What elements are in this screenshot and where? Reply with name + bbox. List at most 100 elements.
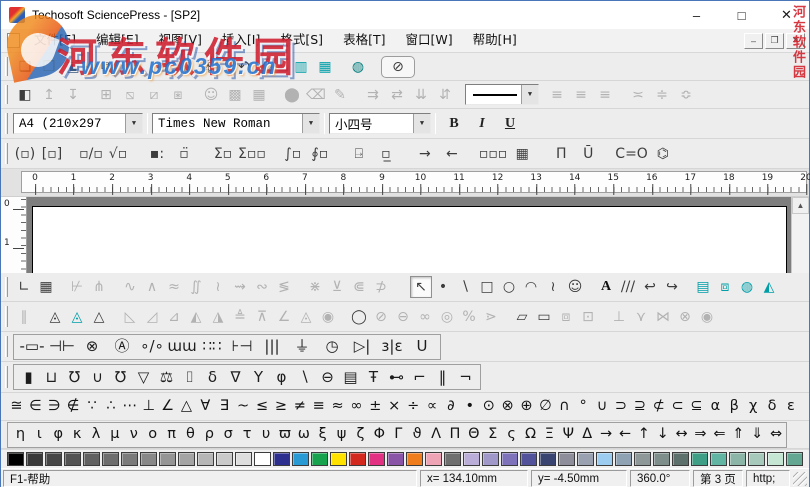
color-swatch[interactable] — [102, 452, 119, 466]
sum-template[interactable]: Σ▫ — [211, 143, 235, 165]
triangle-circled-icon[interactable]: ◉ — [317, 306, 339, 328]
color-swatch[interactable] — [558, 452, 575, 466]
script-template[interactable]: ▪: — [145, 143, 169, 165]
triangle-left-icon[interactable]: ◺ — [119, 306, 141, 328]
row-vector-template[interactable]: ▫▫▫ — [479, 143, 507, 165]
corner-arrow-left-tool[interactable]: ↩ — [639, 276, 661, 298]
menu-format[interactable]: 格式[S] — [270, 29, 333, 52]
color-swatch[interactable] — [368, 452, 385, 466]
symbol-button[interactable]: ζ — [351, 423, 370, 447]
fraction-template[interactable]: ▫/▫ — [79, 143, 103, 165]
toolbar-grip[interactable] — [5, 276, 8, 298]
rectangle-shape-icon[interactable]: ▭ — [533, 306, 555, 328]
menu-file[interactable]: 文件[F] — [24, 29, 86, 52]
symbol-button[interactable]: λ — [87, 423, 106, 447]
color-swatch[interactable] — [140, 452, 157, 466]
symbol-button[interactable]: τ — [238, 423, 257, 447]
integral-template[interactable]: ∫▫ — [281, 143, 305, 165]
benzene-ring-icon[interactable]: ⌬ — [651, 143, 675, 165]
balance-icon[interactable]: ⚖ — [155, 366, 178, 388]
shading-icon[interactable]: ▩ — [223, 84, 247, 106]
mdi-restore-button[interactable]: ❐ — [765, 32, 784, 49]
color-swatch[interactable] — [615, 452, 632, 466]
undo-icon[interactable]: ↶ — [232, 56, 256, 78]
horizontal-ruler[interactable]: 0 1 2 3 4 5 6 7 8 9 10 11 12 13 14 15 16 17 18 19 20 — [21, 171, 810, 195]
toolbar-grip[interactable] — [5, 56, 8, 77]
ellipse-tool[interactable]: ○ — [498, 276, 520, 298]
symbol-button[interactable]: ω — [294, 423, 313, 447]
color-swatch[interactable] — [729, 452, 746, 466]
plot-curve-tool-5[interactable]: ≀ — [207, 276, 229, 298]
font-name-select[interactable]: Times New Roman ▼ — [152, 113, 320, 134]
graduated-cylinder-icon[interactable]: ▤ — [339, 366, 362, 388]
color-swatch[interactable] — [159, 452, 176, 466]
page-size-select[interactable]: A4 (210x297 ▼ — [13, 113, 143, 134]
capacitor-icon[interactable]: ⊣⊢ — [47, 336, 77, 358]
union-template[interactable]: Ū — [576, 143, 600, 165]
chart-axes-icon[interactable]: ∟ — [13, 276, 35, 298]
print-icon[interactable]: ⎙ — [118, 56, 142, 78]
symbol-button[interactable]: Θ — [464, 423, 483, 447]
linked-circles-icon[interactable]: ∞ — [414, 306, 436, 328]
symbol-button[interactable]: ∀ — [196, 395, 215, 419]
document-page[interactable] — [32, 206, 787, 273]
arc-tool[interactable]: ◠ — [520, 276, 542, 298]
plot-region-tool[interactable]: ⋐ — [348, 276, 370, 298]
font-size-select[interactable]: 小四号 ▼ — [329, 113, 431, 134]
toolbar-grip[interactable] — [5, 143, 8, 164]
symbol-button[interactable]: ⇒ — [691, 423, 710, 447]
split-cells-down-icon[interactable]: ⇵ — [433, 84, 457, 106]
scroll-up-button[interactable]: ▲ — [792, 197, 809, 214]
symbol-button[interactable]: ∴ — [101, 395, 120, 419]
color-swatch[interactable] — [292, 452, 309, 466]
toolbar-grip[interactable] — [5, 84, 8, 105]
plot-curve-tool-7[interactable]: ∾ — [251, 276, 273, 298]
small-circles-icon[interactable]: % — [458, 306, 480, 328]
symbol-button[interactable]: ∞ — [347, 395, 366, 419]
inset-square-icon[interactable]: ⧈ — [555, 306, 577, 328]
flat-flask-icon[interactable]: ∪ — [86, 366, 109, 388]
color-swatch[interactable] — [273, 452, 290, 466]
stirring-rod-icon[interactable]: ∖ — [293, 366, 316, 388]
color-swatch[interactable] — [539, 452, 556, 466]
color-swatch[interactable] — [330, 452, 347, 466]
symbol-button[interactable]: ς — [502, 423, 521, 447]
triangle-base-icon[interactable]: ≜ — [229, 306, 251, 328]
symbol-button[interactable]: ∅ — [536, 395, 555, 419]
symbol-button[interactable]: ψ — [332, 423, 351, 447]
fork-icon[interactable]: ⋎ — [630, 306, 652, 328]
color-swatch[interactable] — [311, 452, 328, 466]
symbol-button[interactable]: ⊃ — [612, 395, 631, 419]
symbol-button[interactable]: Φ — [370, 423, 389, 447]
cube-tool[interactable]: ⧈ — [714, 276, 736, 298]
symbol-button[interactable]: ∋ — [45, 395, 64, 419]
plot-step-tool[interactable]: ⊻ — [326, 276, 348, 298]
border-diagonal-cross-icon[interactable]: ⧆ — [166, 84, 190, 106]
color-swatch[interactable] — [710, 452, 727, 466]
symbol-button[interactable]: ⊥ — [139, 395, 158, 419]
vertical-ruler[interactable]: 01 — [1, 197, 27, 273]
symbol-button[interactable]: ε — [782, 395, 801, 419]
toolbar-grip[interactable] — [5, 113, 8, 134]
symbol-button[interactable]: ⊗ — [498, 395, 517, 419]
color-swatch[interactable] — [653, 452, 670, 466]
symbol-button[interactable]: ⇓ — [748, 423, 767, 447]
color-swatch[interactable] — [577, 452, 594, 466]
symbol-button[interactable]: ∩ — [555, 395, 574, 419]
valign-top-icon[interactable]: ≍ — [626, 84, 650, 106]
color-swatch[interactable] — [444, 452, 461, 466]
meter-icon[interactable]: ◷ — [317, 336, 347, 358]
plot-curve-tool-2[interactable]: ∧ — [141, 276, 163, 298]
color-swatch[interactable] — [425, 452, 442, 466]
crossed-circle-icon[interactable]: ⊗ — [674, 306, 696, 328]
table-format-icon[interactable]: ◧ — [13, 84, 37, 106]
document-canvas[interactable] — [27, 197, 791, 273]
toolbar-grip[interactable] — [5, 306, 8, 327]
symbol-button[interactable]: ÷ — [404, 395, 423, 419]
color-swatch[interactable] — [387, 452, 404, 466]
plot-curve-tool-6[interactable]: ⇝ — [229, 276, 251, 298]
inductor-icon[interactable]: ɯɯ — [167, 336, 197, 358]
circle-chord-icon[interactable]: ⊖ — [392, 306, 414, 328]
lamp-icon[interactable]: ⊗ — [77, 336, 107, 358]
switch-icon[interactable]: ∘/∘ — [137, 336, 167, 358]
